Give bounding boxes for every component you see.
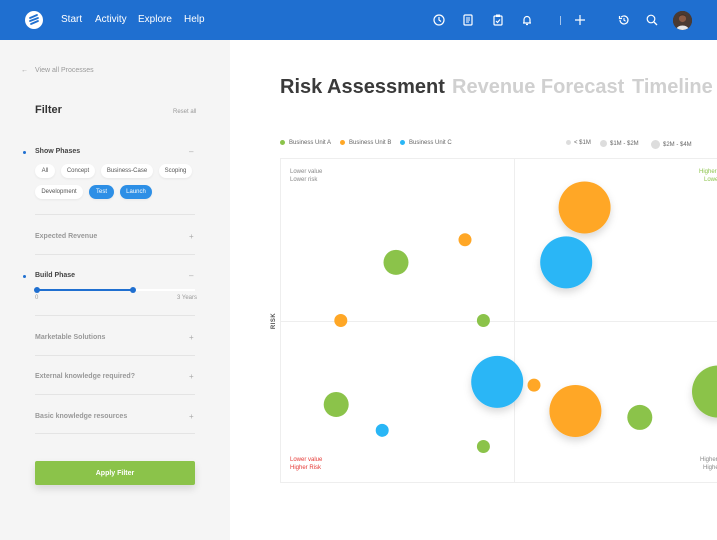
bubble-business-unit-a[interactable] — [476, 439, 490, 453]
bubble-business-unit-b[interactable] — [549, 384, 602, 437]
bubble-layer — [323, 181, 717, 453]
bubble-business-unit-a[interactable] — [383, 249, 409, 275]
bubble-business-unit-c[interactable] — [540, 236, 593, 289]
bubble-business-unit-b[interactable] — [458, 233, 472, 247]
bubble-business-unit-a[interactable] — [476, 314, 490, 327]
bubble-business-unit-a[interactable] — [627, 404, 653, 430]
bubble-business-unit-a[interactable] — [323, 391, 349, 417]
bubble-business-unit-b[interactable] — [334, 314, 348, 327]
bubble-business-unit-c[interactable] — [375, 423, 389, 437]
bubble-business-unit-c[interactable] — [471, 355, 524, 408]
bubble-business-unit-a[interactable] — [692, 365, 717, 418]
bubble-business-unit-b[interactable] — [558, 181, 611, 234]
bubble-business-unit-b[interactable] — [527, 378, 541, 392]
